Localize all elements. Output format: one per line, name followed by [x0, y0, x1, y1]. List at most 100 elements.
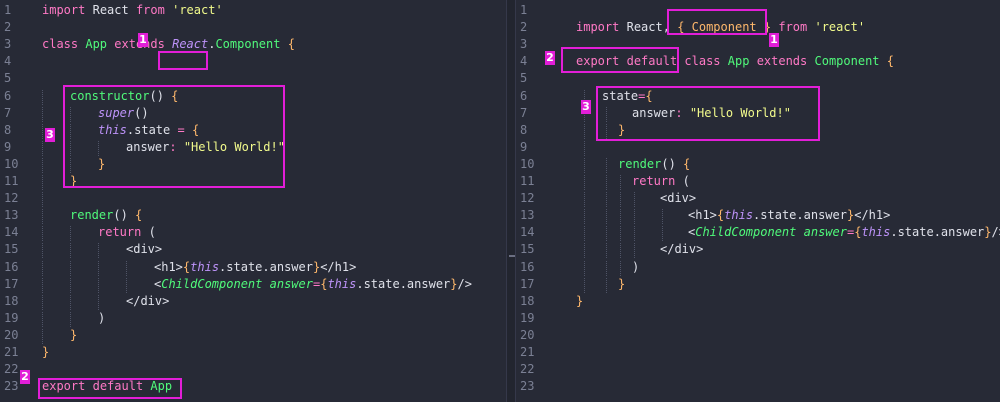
- code-text: </div>: [126, 293, 169, 310]
- annotation-badge-3: 3: [45, 128, 55, 142]
- code-line[interactable]: 15 </div>: [516, 241, 1000, 259]
- indent-guide: [70, 226, 71, 242]
- indent-guide: [70, 294, 71, 310]
- highlight-box-react-namespace: [158, 51, 208, 70]
- indent-guide: [606, 209, 607, 225]
- code-line[interactable]: 13 <h1>{this.state.answer}</h1>: [516, 207, 1000, 225]
- code-line[interactable]: 16): [516, 259, 1000, 276]
- brace-token: }: [984, 225, 992, 240]
- code-line[interactable]: 2: [0, 19, 506, 36]
- jsx-tag-token: <h1>: [688, 208, 717, 223]
- code-line[interactable]: 4: [0, 53, 506, 70]
- code-line[interactable]: 12: [0, 190, 506, 208]
- indent-guide: [584, 175, 585, 190]
- line-number: 4: [4, 54, 12, 69]
- code-line[interactable]: 1 import React from 'react': [0, 2, 506, 19]
- annotation-badge-3: 3: [581, 100, 591, 114]
- highlight-box-export-default: [561, 47, 679, 73]
- line-number: 3: [4, 37, 12, 52]
- indent-guide: [42, 311, 43, 327]
- indent-guide: [662, 226, 663, 242]
- left-editor-pane[interactable]: 1import React from 'react'23class App ex…: [0, 0, 506, 402]
- code-line[interactable]: 18 </div>: [0, 293, 506, 310]
- annotation-badge-2: 2: [545, 51, 555, 65]
- code-line[interactable]: 20}: [0, 327, 506, 344]
- keyword-token: this: [190, 259, 220, 274]
- indent-guide: [584, 157, 585, 173]
- code-line[interactable]: 19): [0, 310, 506, 327]
- code-line[interactable]: 21}: [0, 344, 506, 361]
- code-text: <div>: [660, 190, 696, 207]
- indent-guide: [42, 192, 43, 208]
- line-number: 17: [520, 276, 535, 291]
- code-line[interactable]: 22: [516, 361, 1000, 378]
- code-line[interactable]: 22: [0, 361, 506, 378]
- indent-guide: [620, 243, 621, 259]
- code-line[interactable]: 23: [516, 378, 1000, 395]
- line-number: 2: [4, 20, 12, 35]
- code-line[interactable]: 17 <ChildComponent answer={this.state.ans…: [0, 276, 506, 293]
- code-text: <h1>{this.state.answer}</h1>: [688, 207, 890, 224]
- keyword-token: this: [724, 208, 754, 223]
- indent-guide: [98, 243, 99, 259]
- jsx-tag-token: <div>: [126, 242, 163, 257]
- code-line[interactable]: 10 render() {: [516, 156, 1000, 173]
- indent-guide: [634, 243, 635, 259]
- annotation-badge-2: 2: [20, 370, 30, 384]
- code-text: return (: [98, 224, 156, 241]
- code-line[interactable]: 21: [516, 344, 1000, 361]
- indent-guide: [620, 209, 621, 225]
- line-number: 16: [520, 259, 535, 274]
- keyword-token: from: [135, 3, 165, 17]
- right-editor-pane[interactable]: 1 2 import React, { Component } from 'reac…: [516, 0, 1000, 402]
- indent-guide: [634, 209, 635, 225]
- code-text: <h1>{this.state.answer}</h1>: [154, 259, 356, 276]
- component-token: ChildComponent: [161, 276, 263, 291]
- indent-guide: [42, 89, 43, 105]
- code-text: ): [632, 259, 639, 276]
- identifier-token: Component: [814, 54, 880, 69]
- method-token: render: [70, 208, 114, 223]
- code-line[interactable]: 20: [516, 327, 1000, 344]
- indent-guide: [584, 277, 585, 293]
- code-line[interactable]: 11 return (: [516, 173, 1000, 190]
- code-line[interactable]: 15 <div>: [0, 241, 506, 259]
- jsx-tag-token: <div>: [660, 191, 697, 206]
- keyword-token: this: [861, 225, 891, 240]
- indent-guide: [42, 260, 43, 276]
- line-number: 11: [4, 174, 19, 188]
- code-line[interactable]: 3class App extends React.Component {: [0, 36, 506, 53]
- indent-guide: [42, 277, 43, 293]
- code-line[interactable]: 17}: [516, 276, 1000, 293]
- code-line[interactable]: 9: [516, 139, 1000, 156]
- line-number: 18: [4, 293, 19, 308]
- brace-token: {: [287, 37, 295, 52]
- line-number: 5: [520, 71, 528, 86]
- code-line[interactable]: 14 <ChildComponent answer={this.state.ans…: [516, 224, 1000, 242]
- indent-guide: [634, 226, 635, 242]
- line-number: 10: [520, 156, 535, 171]
- line-number: 7: [520, 105, 528, 120]
- punctuation-token: ): [632, 259, 640, 274]
- divider-grip-icon[interactable]: [509, 255, 515, 257]
- jsx-tag-token: </div>: [126, 293, 170, 308]
- line-number: 4: [520, 54, 528, 69]
- code-text: <ChildComponent answer={this.state.answe…: [154, 276, 472, 293]
- code-line[interactable]: 13 render() {: [0, 207, 506, 225]
- keyword-token: import: [42, 3, 86, 17]
- code-line[interactable]: 14 return (: [0, 224, 506, 242]
- code-line[interactable]: 12 <div>: [516, 190, 1000, 208]
- indent-guide: [606, 175, 607, 190]
- jsx-tag-token: <h1>: [154, 259, 183, 274]
- indent-guide: [634, 192, 635, 208]
- line-number: 16: [4, 259, 19, 274]
- keyword-token: return: [98, 225, 142, 240]
- line-number: 14: [520, 225, 535, 240]
- indent-guide: [662, 209, 663, 225]
- code-line[interactable]: 16 <h1>{this.state.answer}</h1>: [0, 259, 506, 276]
- code-line[interactable]: 18}: [516, 293, 1000, 310]
- split-divider[interactable]: [506, 0, 516, 402]
- code-line[interactable]: 19: [516, 310, 1000, 327]
- brace-token: }: [618, 276, 626, 291]
- code-text: <div>: [126, 241, 162, 258]
